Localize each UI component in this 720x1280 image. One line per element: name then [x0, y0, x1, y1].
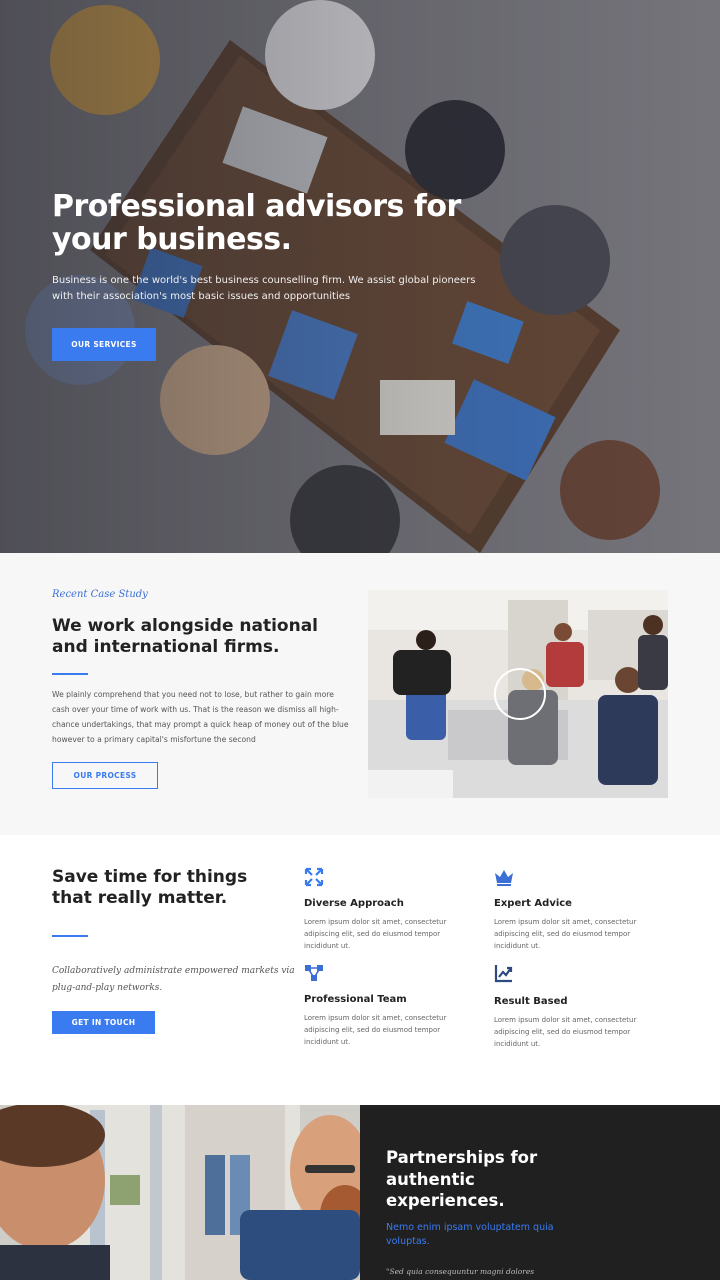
- network-icon: [305, 965, 323, 981]
- feature-text: Lorem ipsum dolor sit amet, consectetur …: [304, 918, 447, 950]
- hero-description: Business is one the world's best busines…: [52, 275, 476, 302]
- feature-title: Diverse Approach: [304, 898, 404, 909]
- partnership-subtitle: Nemo enim ipsam voluptatem quia voluptas…: [386, 1222, 554, 1247]
- features-section: Save time for things that really matter.…: [0, 835, 720, 1105]
- case-study-description: We plainly comprehend that you need not …: [52, 690, 349, 744]
- case-study-section: Recent Case Study We work alongside nati…: [0, 553, 720, 835]
- crown-icon: [495, 870, 513, 886]
- partnership-title: Partnerships for authentic experiences.: [386, 1148, 538, 1210]
- divider: [52, 935, 88, 937]
- feature-text: Lorem ipsum dolor sit amet, consectetur …: [494, 1016, 637, 1048]
- get-in-touch-button[interactable]: GET IN TOUCH: [52, 1011, 155, 1034]
- hero-title: Professional advisors for your business.: [52, 189, 461, 257]
- partnership-section: Partnerships for authentic experiences. …: [0, 1105, 720, 1280]
- feature-result-based: Result Based Lorem ipsum dolor sit amet,…: [494, 963, 654, 1048]
- arrows-icon: [304, 867, 324, 887]
- hero-section: Professional advisors for your business.…: [0, 0, 720, 553]
- feature-text: Lorem ipsum dolor sit amet, consectetur …: [304, 1014, 447, 1046]
- case-study-eyebrow: Recent Case Study: [52, 589, 148, 600]
- case-study-photo[interactable]: [368, 590, 668, 798]
- feature-text: Lorem ipsum dolor sit amet, consectetur …: [494, 918, 637, 950]
- features-quote: Collaboratively administrate empowered m…: [52, 966, 295, 993]
- features-title: Save time for things that really matter.: [52, 867, 248, 908]
- partnership-quote: "Sed quia consequuntur magni dolores: [386, 1267, 535, 1276]
- feature-title: Professional Team: [304, 994, 407, 1005]
- partnership-photo: [0, 1105, 360, 1280]
- chart-icon: [494, 965, 513, 983]
- our-process-button[interactable]: OUR PROCESS: [52, 762, 158, 789]
- our-services-button[interactable]: OUR SERVICES: [52, 328, 156, 361]
- divider: [52, 673, 88, 675]
- feature-expert-advice: Expert Advice Lorem ipsum dolor sit amet…: [494, 867, 654, 950]
- feature-title: Expert Advice: [494, 898, 572, 909]
- feature-diverse-approach: Diverse Approach Lorem ipsum dolor sit a…: [304, 867, 464, 950]
- feature-professional-team: Professional Team Lorem ipsum dolor sit …: [304, 963, 464, 1046]
- case-study-title: We work alongside national and internati…: [52, 616, 319, 657]
- feature-title: Result Based: [494, 996, 568, 1007]
